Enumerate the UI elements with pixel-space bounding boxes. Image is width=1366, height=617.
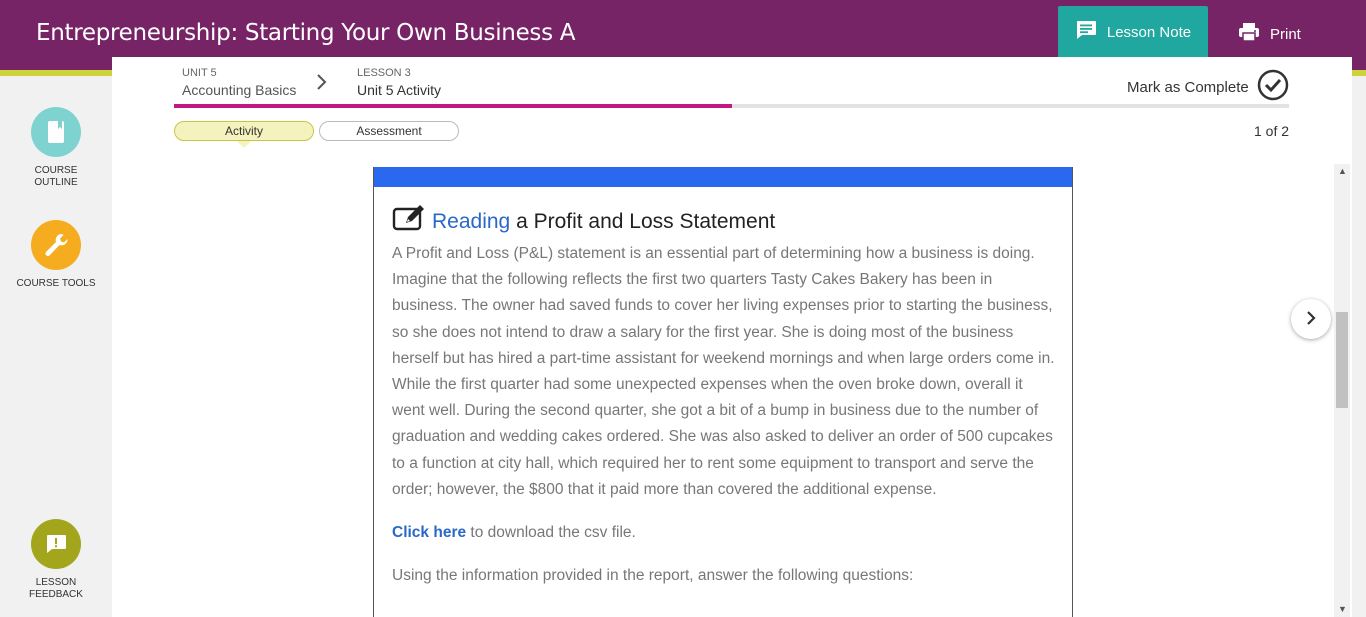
sidebar-item-course-outline[interactable]: COURSE OUTLINE bbox=[0, 107, 112, 189]
chevron-right-icon bbox=[1306, 309, 1316, 330]
sidebar-item-lesson-feedback[interactable]: LESSON FEEDBACK bbox=[0, 519, 112, 601]
unit-number: UNIT 5 bbox=[182, 67, 217, 79]
sidebar-item-label: COURSE OUTLINE bbox=[34, 165, 78, 188]
unit-title: Accounting Basics bbox=[182, 82, 297, 98]
tab-assessment[interactable]: Assessment bbox=[319, 121, 459, 141]
checkmark-circle-icon bbox=[1257, 69, 1289, 105]
sidebar-item-label: LESSON FEEDBACK bbox=[29, 577, 83, 600]
edit-note-icon bbox=[392, 205, 426, 239]
print-label: Print bbox=[1270, 25, 1301, 43]
lesson-progress-fill bbox=[174, 104, 732, 108]
print-button[interactable]: Print bbox=[1238, 22, 1301, 46]
book-icon bbox=[31, 107, 81, 157]
reading-top-bar bbox=[374, 167, 1072, 187]
reading-paragraph: A Profit and Loss (P&L) statement is an … bbox=[392, 245, 1055, 498]
sidebar-item-label: COURSE TOOLS bbox=[16, 278, 96, 289]
course-title: Entrepreneurship: Starting Your Own Busi… bbox=[36, 20, 576, 46]
printer-icon bbox=[1238, 22, 1260, 46]
chevron-right-icon bbox=[316, 73, 328, 96]
wrench-icon bbox=[31, 220, 81, 270]
lesson-number: LESSON 3 bbox=[357, 67, 411, 79]
lesson-note-button[interactable]: Lesson Note bbox=[1058, 6, 1208, 58]
scroll-down-arrow-icon[interactable]: ▼ bbox=[1338, 604, 1347, 614]
lesson-content-card: UNIT 5 Accounting Basics LESSON 3 Unit 5… bbox=[112, 57, 1352, 617]
mark-complete-label: Mark as Complete bbox=[1127, 78, 1249, 96]
reading-title-rest: a Profit and Loss Statement bbox=[510, 210, 776, 233]
lesson-progress-bar bbox=[174, 104, 1289, 108]
mark-complete-button[interactable]: Mark as Complete bbox=[1127, 69, 1289, 105]
breadcrumb-unit[interactable]: UNIT 5 Accounting Basics bbox=[182, 67, 296, 98]
download-suffix: to download the csv file. bbox=[466, 524, 636, 542]
page-count: 1 of 2 bbox=[1254, 123, 1290, 139]
tab-activity[interactable]: Activity bbox=[174, 121, 314, 148]
reading-panel: Reading a Profit and Loss Statement A Pr… bbox=[373, 167, 1073, 617]
content-scrollbar[interactable]: ▲ ▼ bbox=[1334, 164, 1350, 617]
reading-title: Reading a Profit and Loss Statement bbox=[392, 205, 775, 239]
scrollbar-thumb[interactable] bbox=[1336, 312, 1348, 408]
lesson-title: Unit 5 Activity bbox=[357, 82, 442, 98]
reading-body: A Profit and Loss (P&L) statement is an … bbox=[392, 241, 1056, 606]
chat-alert-icon bbox=[31, 519, 81, 569]
next-page-button[interactable] bbox=[1291, 299, 1331, 339]
reading-title-accent: Reading bbox=[432, 210, 511, 233]
breadcrumb-lesson: LESSON 3 Unit 5 Activity bbox=[357, 67, 441, 98]
left-sidebar: COURSE OUTLINE COURSE TOOLS LESSON FEEDB… bbox=[0, 76, 112, 617]
sidebar-item-course-tools[interactable]: COURSE TOOLS bbox=[0, 220, 112, 290]
download-line: Click here to download the csv file. bbox=[392, 520, 1056, 546]
scroll-up-arrow-icon[interactable]: ▲ bbox=[1338, 166, 1347, 176]
lesson-note-label: Lesson Note bbox=[1106, 23, 1192, 41]
questions-intro: Using the information provided in the re… bbox=[392, 567, 914, 585]
download-link[interactable]: Click here bbox=[392, 524, 466, 541]
note-icon bbox=[1075, 20, 1097, 44]
